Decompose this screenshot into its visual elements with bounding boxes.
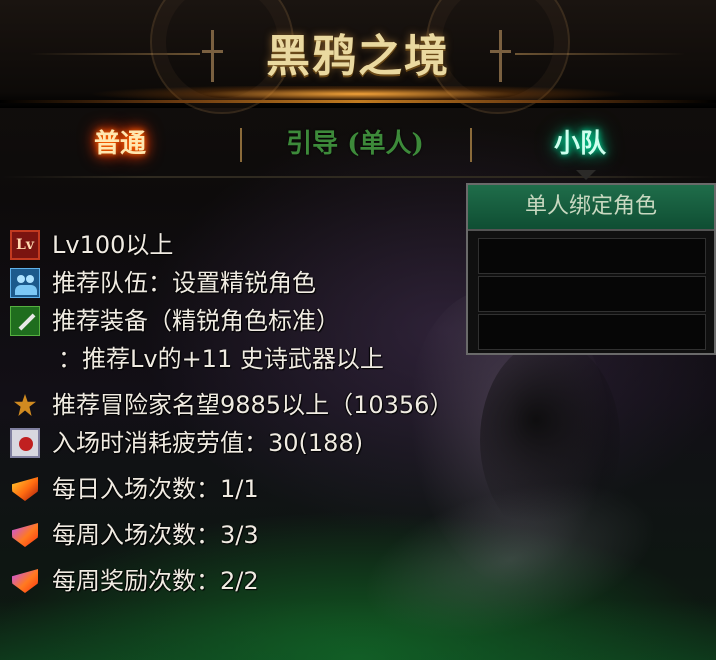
tab-team[interactable]: 小队 <box>480 118 680 170</box>
bound-character-slot[interactable] <box>478 238 706 274</box>
daily-entry-text: 每日入场次数：1/1 <box>52 475 259 503</box>
party-icon <box>10 268 40 298</box>
shield-icon <box>10 520 40 550</box>
dungeon-title: 黑鸦之境 <box>266 31 450 82</box>
fatigue-cost-text: 入场时消耗疲劳值：30(188) <box>52 429 364 457</box>
level-requirement: Lv Lv100以上 <box>10 226 510 264</box>
dungeon-info-screen: 黑鸦之境 普通 引导 (单人) 小队 单人绑定角色 Lv Lv100以上 推荐队… <box>0 0 716 660</box>
equipment-recommendation: 推荐装备（精锐角色标准） <box>10 302 510 340</box>
party-recommendation-text: 推荐队伍：设置精锐角色 <box>52 269 316 297</box>
sword-icon <box>10 306 40 336</box>
fame-recommendation: 推荐冒险家名望9885以上（10356） <box>10 386 510 424</box>
equipment-recommendation-detail: ：推荐Lv的+11 史诗武器以上 <box>10 340 510 378</box>
tab-normal[interactable]: 普通 <box>60 118 180 170</box>
bound-character-slot[interactable] <box>478 314 706 350</box>
team-tab-pointer <box>576 170 596 180</box>
weekly-reward-count: 每周奖励次数：2/2 <box>10 562 510 600</box>
shield-icon <box>10 566 40 596</box>
header-divider <box>0 100 716 103</box>
bound-character-slot[interactable] <box>478 276 706 312</box>
shield-icon <box>10 474 40 504</box>
daily-entry-count: 每日入场次数：1/1 <box>10 470 510 508</box>
difficulty-tabs: 普通 引导 (单人) 小队 <box>0 118 716 170</box>
level-requirement-text: Lv100以上 <box>52 231 174 259</box>
tab-guide-solo[interactable]: 引导 (单人) <box>250 118 460 170</box>
fatigue-icon <box>10 428 40 458</box>
fatigue-cost: 入场时消耗疲劳值：30(188) <box>10 424 510 462</box>
weekly-entry-text: 每周入场次数：3/3 <box>52 521 259 549</box>
weekly-entry-count: 每周入场次数：3/3 <box>10 516 510 554</box>
tab-divider <box>240 128 242 162</box>
fame-recommendation-text: 推荐冒险家名望9885以上（10356） <box>52 391 454 419</box>
equipment-recommendation-text: 推荐装备（精锐角色标准） <box>52 307 340 335</box>
weekly-reward-text: 每周奖励次数：2/2 <box>52 567 259 595</box>
fame-icon <box>10 390 40 420</box>
dungeon-requirements-list: Lv Lv100以上 推荐队伍：设置精锐角色 推荐装备（精锐角色标准） ：推荐L… <box>10 226 510 600</box>
tab-divider <box>470 128 472 162</box>
bottom-glow <box>0 600 716 660</box>
level-badge-icon: Lv <box>10 230 40 260</box>
tab-underline <box>0 176 716 178</box>
bind-panel-title: 单人绑定角色 <box>468 185 714 231</box>
equipment-detail-text: ：推荐Lv的+11 史诗武器以上 <box>58 345 384 373</box>
header-banner: 黑鸦之境 <box>0 0 716 114</box>
party-recommendation: 推荐队伍：设置精锐角色 <box>10 264 510 302</box>
